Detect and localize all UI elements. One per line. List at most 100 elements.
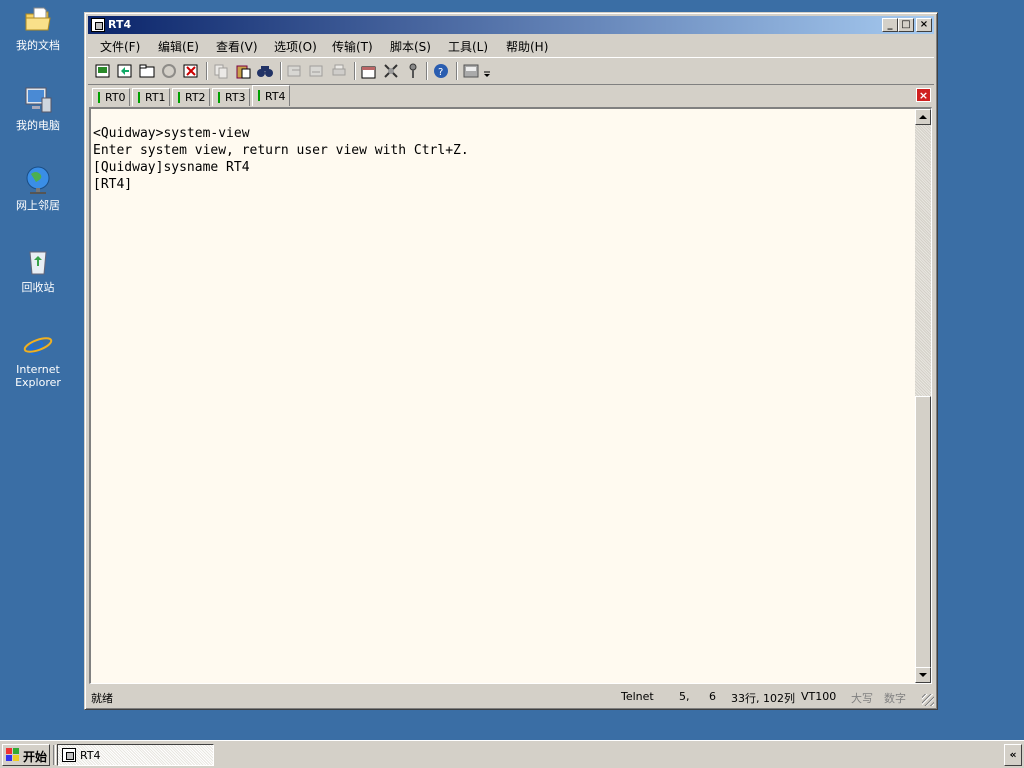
- toolbar-options-icon[interactable]: [462, 62, 480, 80]
- session-options-icon[interactable]: [360, 62, 378, 80]
- maximize-button[interactable]: □: [898, 18, 914, 32]
- status-num: 数字: [884, 692, 906, 705]
- terminal-area[interactable]: <Quidway>system-view Enter system view, …: [89, 107, 932, 684]
- app-icon: [62, 748, 76, 762]
- title-bar[interactable]: RT4 _ □ ×: [88, 16, 934, 34]
- terminal-line: [RT4]: [93, 177, 133, 192]
- computer-icon: [22, 84, 54, 116]
- recycle-bin-icon: [22, 246, 54, 278]
- tab-rt4[interactable]: RT4: [252, 85, 290, 106]
- status-size: 33行, 102列: [731, 692, 795, 705]
- global-options-icon[interactable]: [382, 62, 400, 80]
- close-button[interactable]: ×: [916, 18, 932, 32]
- tab-status-indicator: [178, 92, 180, 103]
- tray-expand-button[interactable]: «: [1004, 744, 1022, 766]
- desktop-icon-network[interactable]: 网上邻居: [4, 164, 72, 212]
- taskbar-item-label: RT4: [80, 749, 101, 762]
- reconnect-icon[interactable]: [160, 62, 178, 80]
- toolbar-separator: [280, 62, 282, 80]
- connect-icon[interactable]: [94, 62, 112, 80]
- menu-tools[interactable]: 工具(L): [448, 38, 488, 55]
- toolbar-separator: [206, 62, 208, 80]
- toolbar-separator: [456, 62, 458, 80]
- menu-view[interactable]: 查看(V): [216, 38, 258, 55]
- copy-icon[interactable]: [212, 62, 230, 80]
- tab-status-indicator: [218, 92, 220, 103]
- tab-status-indicator: [138, 92, 140, 103]
- menu-options[interactable]: 选项(O): [274, 38, 317, 55]
- arrow-up-icon: [919, 115, 927, 119]
- folder-documents-icon: [22, 4, 54, 36]
- terminal-output: <Quidway>system-view Enter system view, …: [93, 125, 469, 193]
- toolbar-overflow-icon[interactable]: [482, 62, 492, 80]
- taskbar: 开始 RT4 «: [0, 740, 1024, 768]
- terminal-line: [Quidway]sysname RT4: [93, 160, 250, 175]
- scroll-down-button[interactable]: [915, 667, 931, 683]
- status-bar: 就绪 Telnet 5, 6 33行, 102列 VT100 大写 数字: [88, 686, 934, 706]
- tab-rt3[interactable]: RT3: [212, 88, 250, 106]
- quick-connect-icon[interactable]: [116, 62, 134, 80]
- desktop-icon-my-computer[interactable]: 我的电脑: [4, 84, 72, 132]
- keymap-icon[interactable]: [404, 62, 422, 80]
- send-file-icon[interactable]: [286, 62, 304, 80]
- desktop-icon-label: Internet Explorer: [15, 363, 61, 389]
- status-col: 6: [709, 690, 716, 703]
- ie-icon: e: [22, 328, 54, 362]
- windows-flag-icon: [6, 748, 20, 762]
- taskbar-separator: [53, 745, 56, 765]
- status-caps: 大写: [851, 692, 873, 705]
- resize-grip[interactable]: [922, 694, 934, 706]
- app-icon: [91, 18, 105, 32]
- menu-help[interactable]: 帮助(H): [506, 38, 548, 55]
- print-icon[interactable]: [330, 62, 348, 80]
- status-ready: 就绪: [91, 692, 113, 705]
- svg-text:e: e: [28, 329, 45, 360]
- start-label: 开始: [23, 750, 48, 764]
- paste-icon[interactable]: [234, 62, 252, 80]
- session-tabs: RT0 RT1 RT2 RT3 RT4 ×: [88, 85, 934, 107]
- menu-edit[interactable]: 编辑(E): [158, 38, 199, 55]
- status-protocol: Telnet: [621, 690, 654, 703]
- menu-file[interactable]: 文件(F): [100, 38, 140, 55]
- network-icon: [22, 164, 54, 196]
- tab-label: RT0: [105, 91, 126, 104]
- scroll-up-button[interactable]: [915, 109, 931, 125]
- menu-script[interactable]: 脚本(S): [390, 38, 431, 55]
- desktop-icon-label: 我的文档: [16, 39, 60, 52]
- tab-status-indicator: [98, 92, 100, 103]
- taskbar-item-rt4[interactable]: RT4: [57, 744, 214, 766]
- terminal-window: RT4 _ □ × 文件(F) 编辑(E) 查看(V) 选项(O) 传输(T) …: [84, 12, 938, 710]
- find-icon[interactable]: [256, 62, 274, 80]
- desktop-icon-recycle-bin[interactable]: 回收站: [4, 246, 72, 294]
- svg-text:?: ?: [438, 67, 443, 78]
- tab-label: RT1: [145, 91, 166, 104]
- tab-rt2[interactable]: RT2: [172, 88, 210, 106]
- vertical-scrollbar[interactable]: [915, 109, 931, 683]
- terminal-line: Enter system view, return user view with…: [93, 143, 469, 158]
- desktop-icon-my-documents[interactable]: 我的文档: [4, 4, 72, 52]
- start-button[interactable]: 开始: [2, 744, 50, 766]
- arrow-down-icon: [919, 673, 927, 677]
- close-tab-button[interactable]: ×: [916, 88, 931, 102]
- tab-label: RT3: [225, 91, 246, 104]
- tab-label: RT4: [265, 90, 286, 103]
- desktop-icon-label: 回收站: [21, 281, 55, 294]
- menu-transfer[interactable]: 传输(T): [332, 38, 373, 55]
- tab-status-indicator: [258, 90, 260, 101]
- minimize-button[interactable]: _: [882, 18, 898, 32]
- status-row: 5,: [679, 690, 690, 703]
- terminal-line: <Quidway>system-view: [93, 126, 250, 141]
- toolbar: ?: [88, 57, 934, 85]
- toolbar-separator: [354, 62, 356, 80]
- help-icon[interactable]: ?: [432, 62, 450, 80]
- receive-file-icon[interactable]: [308, 62, 326, 80]
- scroll-thumb[interactable]: [915, 396, 931, 668]
- connect-tab-icon[interactable]: [138, 62, 156, 80]
- tab-rt1[interactable]: RT1: [132, 88, 170, 106]
- tab-rt0[interactable]: RT0: [92, 88, 130, 106]
- desktop-icon-internet-explorer[interactable]: e Internet Explorer: [4, 328, 72, 389]
- tab-label: RT2: [185, 91, 206, 104]
- toolbar-separator: [426, 62, 428, 80]
- window-title: RT4: [108, 18, 132, 31]
- disconnect-icon[interactable]: [182, 62, 200, 80]
